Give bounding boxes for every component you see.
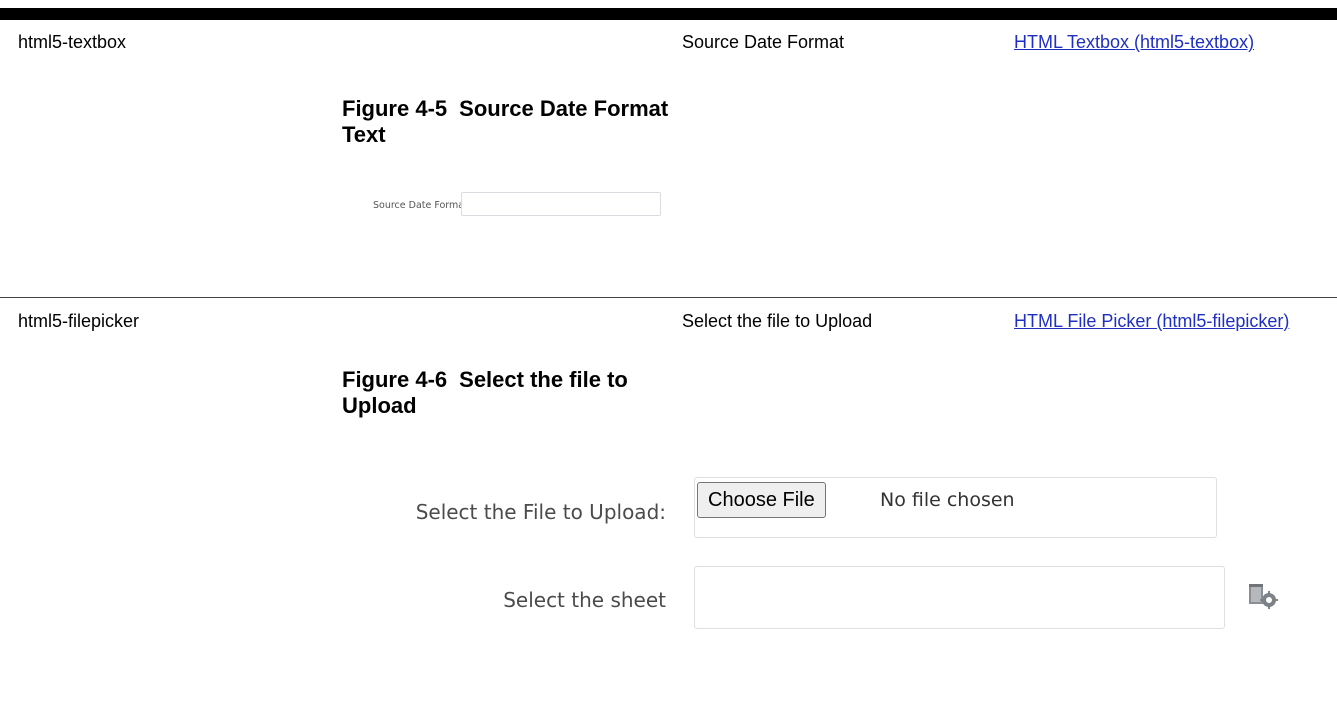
figure-4-6-caption: Figure 4-6 Select the file to Upload <box>342 367 662 419</box>
sheet-label: Select the sheet <box>503 588 666 612</box>
sheet-input[interactable] <box>694 566 1225 629</box>
no-file-status: No file chosen <box>880 489 1015 511</box>
html-textbox-link[interactable]: HTML Textbox (html5-textbox) <box>1014 31 1304 53</box>
table-top-rule <box>0 8 1337 20</box>
figure-4-5-caption: Figure 4-5 Source Date Format Text <box>342 96 682 148</box>
figure-4-6-number: Figure 4-6 <box>342 367 448 392</box>
source-date-format-input[interactable] <box>461 192 661 216</box>
row-1-label: Source Date Format <box>682 32 845 52</box>
row-1-name: html5-textbox <box>18 32 127 52</box>
row-2-label: Select the file to Upload <box>682 311 873 331</box>
row-2-name: html5-filepicker <box>18 311 140 331</box>
row-divider <box>0 297 1337 298</box>
figure-4-5-number: Figure 4-5 <box>342 96 448 121</box>
settings-sheet-icon[interactable] <box>1247 582 1281 610</box>
file-upload-label: Select the File to Upload: <box>415 500 666 524</box>
source-date-format-field-label: Source Date Format <box>373 200 468 211</box>
choose-file-button[interactable]: Choose File <box>697 482 826 518</box>
html-file-picker-link[interactable]: HTML File Picker (html5-filepicker) <box>1014 310 1304 332</box>
